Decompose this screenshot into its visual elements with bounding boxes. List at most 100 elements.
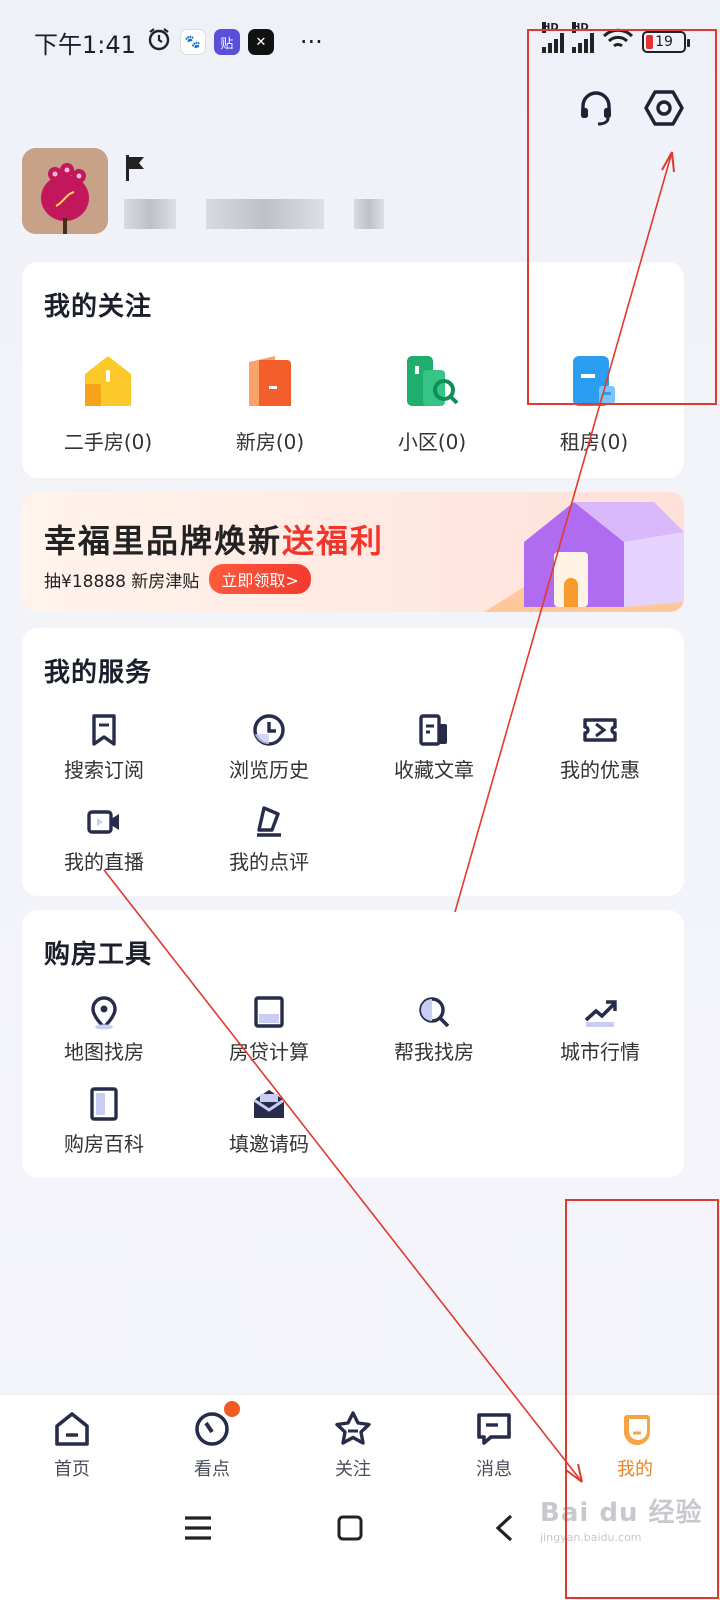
- nav-label: 我的: [617, 1459, 653, 1480]
- more-icon: ···: [299, 28, 323, 56]
- follow-item-new-house[interactable]: 新房(0): [200, 352, 340, 455]
- nav-item-follow[interactable]: 关注: [303, 1409, 403, 1481]
- profile-header[interactable]: [22, 148, 384, 234]
- tools-title: 购房工具: [44, 940, 153, 970]
- article-icon: [416, 712, 452, 748]
- service-my-live[interactable]: 我的直播: [34, 804, 174, 875]
- promo-banner[interactable]: 幸福里品牌焕新送福利 抽¥18888 新房津贴 立即领取>: [22, 492, 684, 612]
- banner-house-illustration: [484, 492, 684, 612]
- back-icon[interactable]: [484, 1508, 524, 1548]
- profile-name: [124, 153, 384, 193]
- banner-title-main: 幸福里品牌焕新: [44, 522, 283, 560]
- service-search-subscription[interactable]: 搜索订阅: [34, 712, 174, 783]
- headset-icon[interactable]: [576, 88, 616, 128]
- second-hand-house-icon: [79, 352, 137, 410]
- baidu-icon: 🐾: [179, 29, 206, 55]
- tools-card: 购房工具 地图找房 房贷计算 帮我找房 城市行情 购房百科 填邀请码: [22, 910, 684, 1178]
- follow-label: 小区(0): [397, 430, 467, 454]
- search-icon: [416, 994, 452, 1030]
- signal-hd-label-2: HD: [572, 22, 589, 33]
- calculator-icon: [251, 994, 287, 1030]
- banner-title-highlight: 送福利: [282, 522, 385, 560]
- service-label: 搜索订阅: [64, 758, 144, 782]
- home-icon: [52, 1409, 92, 1449]
- follow-label: 二手房(0): [63, 430, 153, 454]
- notification-dot: [224, 1401, 240, 1417]
- nav-item-home[interactable]: 首页: [22, 1409, 122, 1481]
- rent-house-icon: [565, 352, 623, 410]
- tool-label: 房贷计算: [229, 1040, 309, 1064]
- nav-label: 首页: [54, 1459, 90, 1480]
- nav-item-me[interactable]: 我的: [585, 1409, 685, 1481]
- tieba-icon: 贴: [213, 29, 240, 55]
- service-label: 我的优惠: [560, 758, 640, 782]
- service-my-reviews[interactable]: 我的点评: [199, 804, 339, 875]
- services-title: 我的服务: [44, 658, 153, 688]
- comment-icon: [251, 804, 287, 840]
- profile-info-blurred: [124, 199, 384, 229]
- signal-icon: HD: [542, 22, 564, 53]
- tool-label: 城市行情: [560, 1040, 640, 1064]
- follow-title: 我的关注: [44, 292, 153, 322]
- battery-level: 19: [655, 34, 673, 50]
- signal-icon-2: HD: [572, 22, 594, 53]
- tool-label: 地图找房: [64, 1040, 144, 1064]
- tool-help-find-house[interactable]: 帮我找房: [364, 994, 504, 1065]
- tool-label: 帮我找房: [394, 1040, 474, 1064]
- alarm-icon: [146, 26, 172, 58]
- service-browse-history[interactable]: 浏览历史: [199, 712, 339, 783]
- envelope-icon: [251, 1086, 287, 1122]
- tool-invite-code[interactable]: 填邀请码: [199, 1086, 339, 1157]
- watermark-text: Bai du 经验: [540, 1498, 703, 1528]
- signal-hd-label: HD: [542, 22, 559, 33]
- nav-label: 看点: [194, 1459, 230, 1480]
- service-label: 浏览历史: [229, 758, 309, 782]
- tool-house-encyclopedia[interactable]: 购房百科: [34, 1086, 174, 1157]
- nav-label: 消息: [476, 1459, 512, 1480]
- baidu-watermark: Bai du 经验 jingyan.baidu.com: [540, 1492, 703, 1544]
- tool-label: 购房百科: [64, 1132, 144, 1156]
- trend-icon: [582, 994, 618, 1030]
- status-bar: 下午1:41 🐾 贴 ✕ ··· HD HD 19: [0, 0, 720, 84]
- bottom-nav: 首页 看点 关注 消息 我的: [0, 1394, 720, 1486]
- tool-map-search[interactable]: 地图找房: [34, 994, 174, 1065]
- header-actions: [576, 88, 684, 128]
- follow-item-second-hand[interactable]: 二手房(0): [38, 352, 178, 455]
- service-my-coupons[interactable]: 我的优惠: [530, 712, 670, 783]
- service-label: 我的直播: [64, 850, 144, 874]
- nav-item-discover[interactable]: 看点: [162, 1401, 262, 1481]
- nav-item-messages[interactable]: 消息: [444, 1409, 544, 1481]
- wifi-icon: [602, 28, 634, 56]
- follow-item-rent[interactable]: 租房(0): [524, 352, 664, 455]
- menu-icon[interactable]: [178, 1508, 218, 1548]
- home-square-icon[interactable]: [330, 1508, 370, 1548]
- tool-city-market[interactable]: 城市行情: [530, 994, 670, 1065]
- avatar[interactable]: [22, 148, 108, 234]
- discover-icon: [192, 1401, 240, 1449]
- follow-label: 租房(0): [559, 430, 629, 454]
- service-label: 我的点评: [229, 850, 309, 874]
- tool-mortgage-calculator[interactable]: 房贷计算: [199, 994, 339, 1065]
- nav-label: 关注: [335, 1459, 371, 1480]
- banner-claim-button[interactable]: 立即领取>: [209, 564, 311, 594]
- service-label: 收藏文章: [394, 758, 474, 782]
- book-icon: [86, 1086, 122, 1122]
- follow-card: 我的关注 二手房(0) 新房(0) 小区(0) 租房(0): [22, 262, 684, 478]
- capcut-icon: ✕: [247, 29, 274, 55]
- settings-icon[interactable]: [644, 88, 684, 128]
- me-icon: [615, 1409, 655, 1449]
- battery-icon: 19: [642, 31, 690, 53]
- watermark-sub: jingyan.baidu.com: [540, 1531, 642, 1544]
- bookmark-icon: [86, 712, 122, 748]
- clock-icon: [251, 712, 287, 748]
- tool-label: 填邀请码: [229, 1132, 309, 1156]
- video-icon: [86, 804, 122, 840]
- service-saved-articles[interactable]: 收藏文章: [364, 712, 504, 783]
- new-house-icon: [241, 352, 299, 410]
- banner-subtitle-row: 抽¥18888 新房津贴 立即领取>: [44, 564, 311, 594]
- follow-item-community[interactable]: 小区(0): [362, 352, 502, 455]
- services-card: 我的服务 搜索订阅 浏览历史 收藏文章 我的优惠 我的直播 我的点评: [22, 628, 684, 896]
- coupon-icon: [582, 712, 618, 748]
- message-icon: [474, 1409, 514, 1449]
- follow-label: 新房(0): [235, 430, 305, 454]
